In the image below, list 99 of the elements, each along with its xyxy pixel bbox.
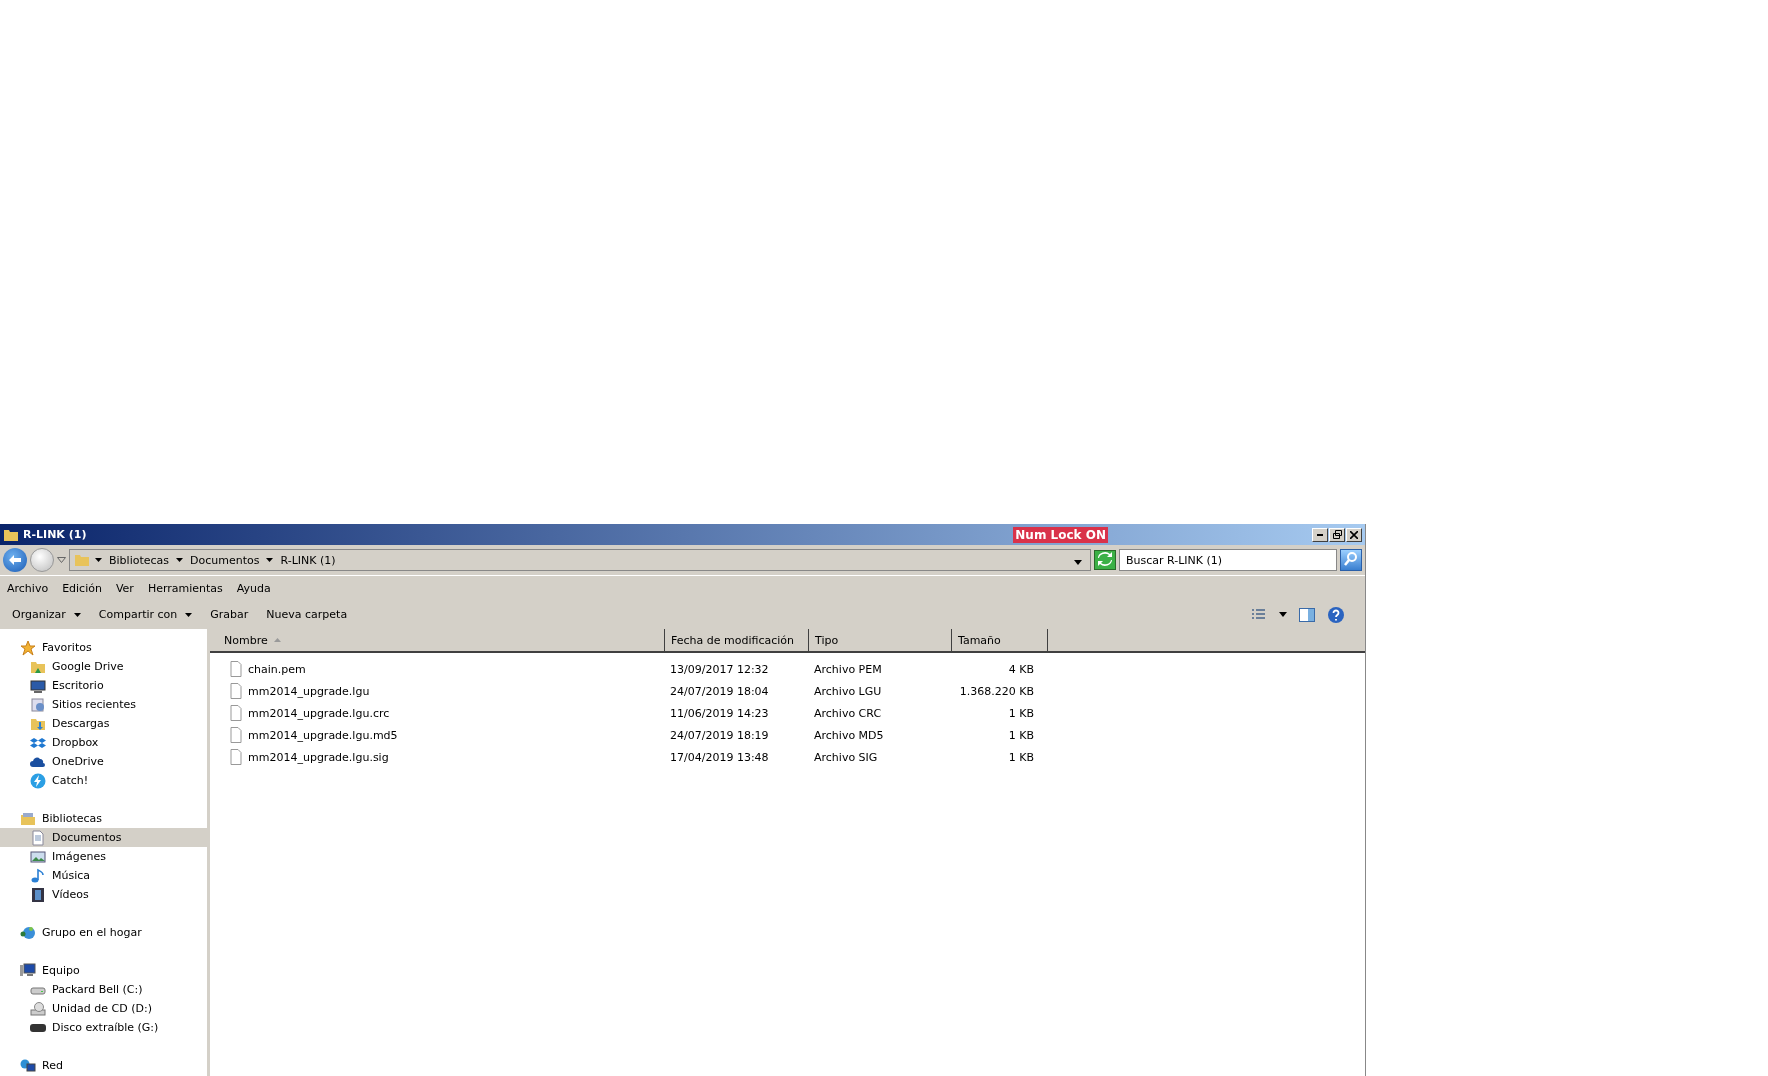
monitor-icon	[30, 677, 46, 694]
sidebar-item[interactable]: Google Drive	[0, 657, 207, 676]
file-icon	[228, 749, 244, 765]
toolbar-button[interactable]: Compartir con	[92, 606, 199, 623]
table-cell-text: Archivo PEM	[813, 662, 883, 676]
refresh-icon	[1097, 551, 1113, 566]
bolt-icon	[30, 772, 46, 789]
music-note-icon	[30, 867, 46, 884]
breadcrumb[interactable]: Bibliotecas	[107, 553, 172, 567]
breadcrumb[interactable]: R-LINK (1)	[278, 553, 338, 567]
help-icon	[1327, 605, 1345, 624]
sidebar-item[interactable]: Disco extraíble (G:)	[0, 1018, 207, 1037]
file-name[interactable]: mm2014_upgrade.lgu.md5	[248, 728, 398, 742]
minimize-icon	[1317, 533, 1323, 536]
sidebar-item[interactable]: Dropbox	[0, 733, 207, 752]
sidebar-item[interactable]: Grupo en el hogar	[0, 923, 207, 942]
file-name[interactable]: mm2014_upgrade.lgu.sig	[248, 750, 389, 764]
sort-arrow-icon	[273, 638, 281, 642]
sidebar-item[interactable]: Escritorio	[0, 676, 207, 695]
search-button[interactable]	[1340, 549, 1362, 571]
caret-icon	[95, 558, 102, 562]
sidebar-item[interactable]: Bibliotecas	[0, 809, 207, 828]
preview-pane-button[interactable]	[1297, 605, 1317, 624]
picture-frame-icon	[30, 848, 46, 865]
window-title: R-LINK (1)	[23, 528, 87, 541]
table-cell-text: 4 KB	[1007, 662, 1035, 676]
restore-icon	[1332, 530, 1342, 539]
arrow-icon	[9, 554, 21, 565]
close-button[interactable]	[1346, 527, 1362, 542]
table-cell-text: 1 KB	[1007, 750, 1035, 764]
table-cell-text: Archivo MD5	[813, 728, 885, 742]
sidebar-item[interactable]: Packard Bell (C:)	[0, 980, 207, 999]
globe-people-icon	[20, 924, 36, 941]
table-cell-text: 13/09/2017 12:32	[669, 662, 770, 676]
caret-icon	[1279, 612, 1287, 617]
computer-icon	[20, 962, 36, 979]
search-field[interactable]: Buscar R-LINK (1)	[1119, 549, 1337, 571]
network-icon	[20, 1057, 36, 1074]
restore-button[interactable]	[1329, 527, 1345, 542]
caret-icon	[266, 558, 274, 562]
back-button[interactable]	[3, 548, 27, 572]
table-cell-text: Archivo LGU	[813, 684, 883, 698]
table-cell-text: 17/04/2019 13:48	[669, 750, 770, 764]
menu-item[interactable]: Herramientas	[143, 581, 227, 595]
star-icon	[20, 639, 36, 656]
refresh-button[interactable]	[1094, 550, 1116, 570]
sidebar-item[interactable]: Favoritos	[0, 638, 207, 657]
table-cell-text: Archivo CRC	[813, 706, 883, 720]
file-icon	[228, 705, 244, 721]
cd-drive-icon	[30, 1000, 46, 1017]
list-view-icon	[1251, 607, 1267, 622]
toolbar-button[interactable]: Organizar	[6, 606, 87, 623]
file-icon	[228, 727, 244, 743]
search-icon	[1343, 550, 1359, 567]
file-name[interactable]: mm2014_upgrade.lgu	[248, 684, 370, 698]
minimize-button[interactable]	[1312, 527, 1328, 542]
sidebar-item[interactable]: Equipo	[0, 961, 207, 980]
pane-icon	[1299, 607, 1315, 622]
sidebar-item[interactable]: Vídeos	[0, 885, 207, 904]
toolbar-button[interactable]: Nueva carpeta	[260, 606, 354, 623]
status-badge: Num Lock ON	[1013, 526, 1108, 543]
menu-item[interactable]: Ayuda	[232, 581, 275, 595]
history-dropdown-icon[interactable]	[57, 557, 66, 563]
film-icon	[30, 886, 46, 903]
sidebar-item[interactable]: Red	[0, 1056, 207, 1075]
folder-icon	[20, 810, 36, 827]
file-name[interactable]: mm2014_upgrade.lgu.crc	[248, 706, 390, 720]
table-cell-text: 1 KB	[1007, 706, 1035, 720]
menu-item[interactable]: Ver	[111, 581, 138, 595]
menu-item[interactable]: Archivo	[3, 581, 53, 595]
sidebar-item[interactable]: Imágenes	[0, 847, 207, 866]
document-icon	[30, 829, 46, 846]
table-cell-text: 1.368.220 KB	[958, 684, 1035, 698]
table-cell-text: 24/07/2019 18:19	[669, 728, 770, 742]
table-cell-text: 24/07/2019 18:04	[669, 684, 770, 698]
sidebar-item[interactable]: OneDrive	[0, 752, 207, 771]
address-bar[interactable]: Bibliotecas Documentos R-LINK (1)	[69, 549, 1091, 571]
caret-icon	[176, 558, 184, 562]
caret-icon	[73, 612, 81, 617]
sidebar-item[interactable]: Unidad de CD (D:)	[0, 999, 207, 1018]
sidebar-item[interactable]: Documentos	[0, 828, 207, 847]
close-icon	[1350, 530, 1358, 539]
sidebar-item[interactable]: Música	[0, 866, 207, 885]
view-dropdown-button[interactable]	[1277, 610, 1289, 619]
folder-icon	[74, 552, 90, 568]
table-cell-text: 11/06/2019 14:23	[669, 706, 770, 720]
caret-icon	[1074, 559, 1082, 565]
file-icon	[228, 683, 244, 699]
sidebar-item[interactable]: Catch!	[0, 771, 207, 790]
file-name[interactable]: chain.pem	[248, 662, 306, 676]
table-cell-text: Archivo SIG	[813, 750, 879, 764]
menu-item[interactable]: Edición	[58, 581, 106, 595]
breadcrumb[interactable]: Documentos	[188, 553, 262, 567]
sidebar-item[interactable]: Sitios recientes	[0, 695, 207, 714]
table-cell-text: 1 KB	[1007, 728, 1035, 742]
caret-icon	[185, 612, 193, 617]
toolbar-button[interactable]: Grabar	[204, 606, 255, 623]
file-icon	[228, 661, 244, 677]
sidebar-item[interactable]: Descargas	[0, 714, 207, 733]
